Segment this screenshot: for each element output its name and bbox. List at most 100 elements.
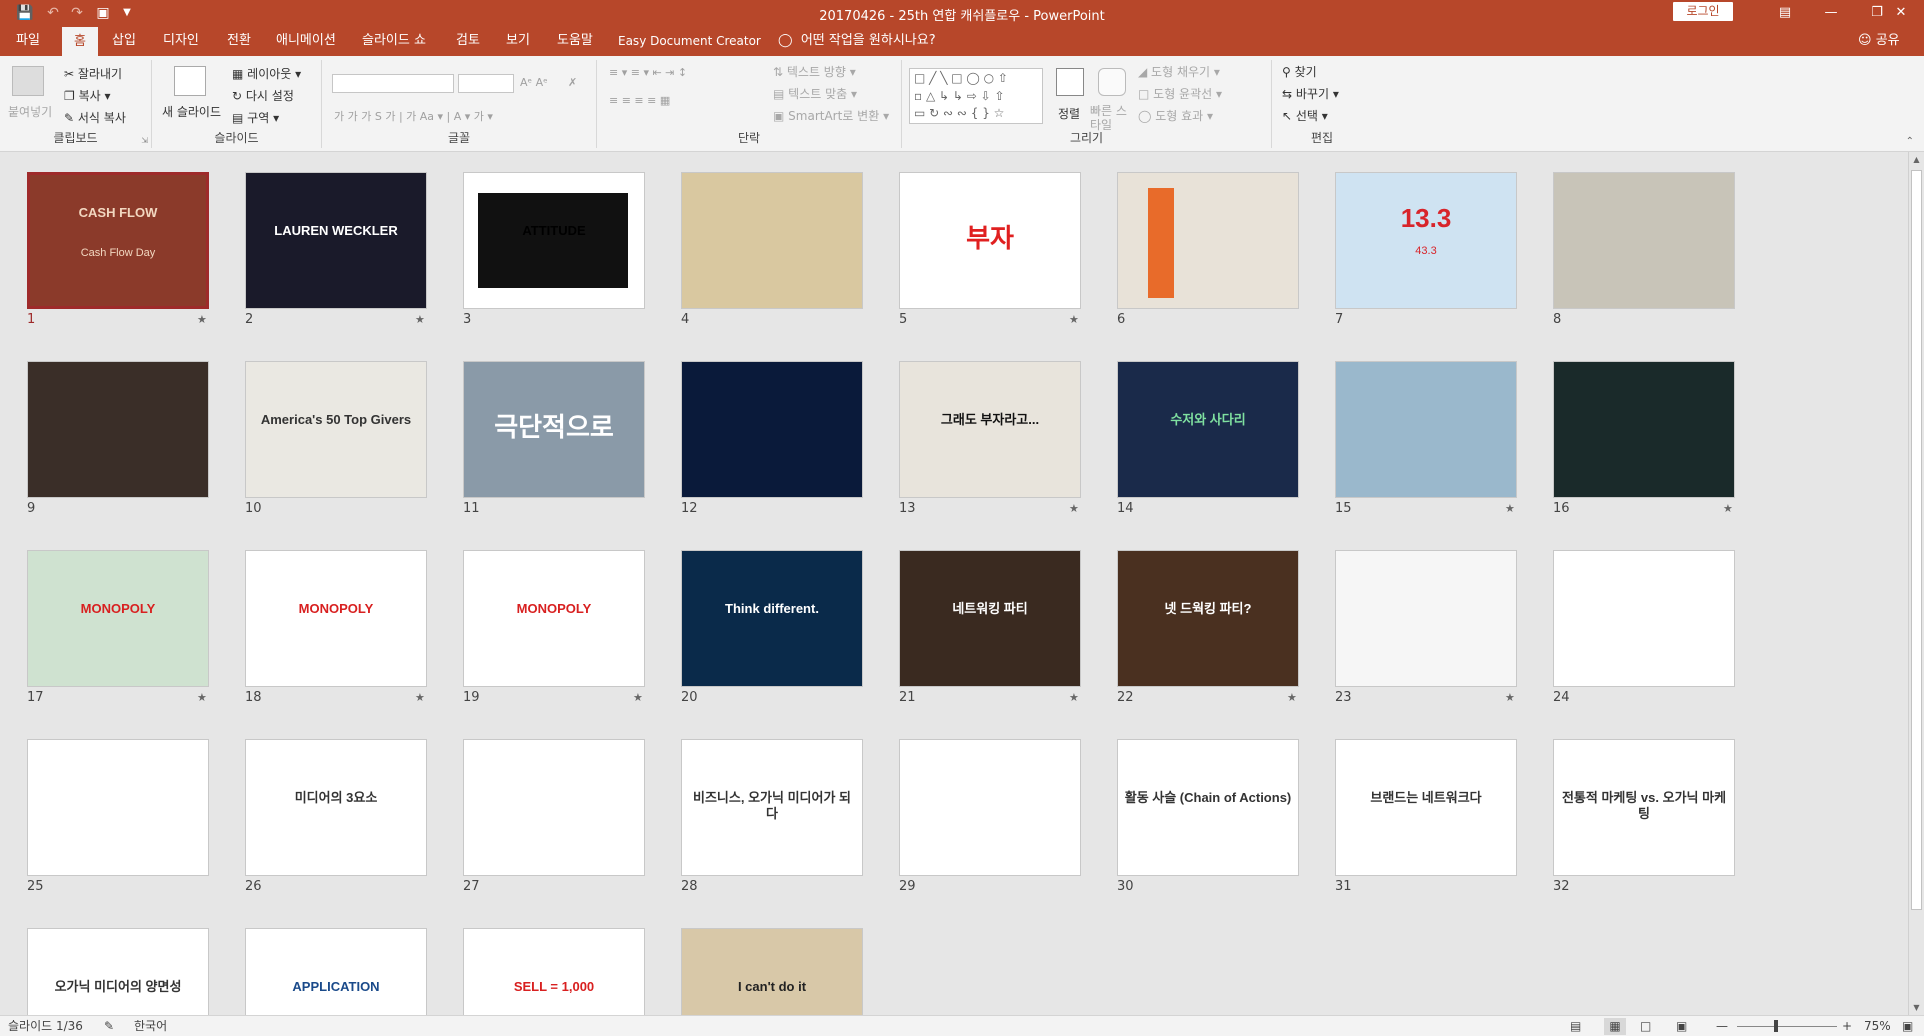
slide-thumbnail[interactable]: APPLICATION: [245, 928, 427, 1015]
slide-thumbnail[interactable]: [1553, 361, 1735, 498]
tab-design[interactable]: 디자인: [163, 26, 199, 56]
ribbon-display-icon[interactable]: ▤: [1762, 0, 1808, 26]
reading-view-icon[interactable]: □: [1640, 1018, 1651, 1035]
tab-home[interactable]: 홈: [62, 26, 98, 56]
slide-thumbnail[interactable]: Organic Media 오가닉 비즈니스: [1553, 550, 1735, 687]
font-format-buttons[interactable]: 가 가 가 S 가 | 가‍ Aa ▾ | A ▾ 가 ▾: [334, 108, 493, 124]
slide-thumbnail[interactable]: CASH FLOW Cash Flow Day: [27, 172, 209, 309]
tab-view[interactable]: 보기: [506, 26, 530, 56]
align-buttons[interactable]: ≡ ≡ ≡ ≡ ▦: [609, 94, 670, 107]
zoom-level[interactable]: 75%: [1864, 1018, 1891, 1035]
layout-button[interactable]: ▦ 레이아웃 ▾: [232, 64, 301, 84]
slide-thumbnail[interactable]: [27, 361, 209, 498]
slide-thumbnail[interactable]: 활동 사슬 (Chain of Actions): [1117, 739, 1299, 876]
slideshow-view-icon[interactable]: ▣: [1676, 1018, 1687, 1035]
clear-format-icon[interactable]: ✗: [568, 76, 577, 89]
quick-styles-icon[interactable]: [1098, 68, 1126, 96]
zoom-slider[interactable]: [1737, 1026, 1837, 1027]
collapse-ribbon-icon[interactable]: ⌃: [1906, 136, 1914, 147]
tab-animations[interactable]: 애니메이션: [276, 26, 336, 56]
arrange-icon[interactable]: [1056, 68, 1084, 96]
slide-thumbnail[interactable]: 전통적 마케팅 vs. 오가닉 마케팅: [1553, 739, 1735, 876]
slide-thumbnail[interactable]: 부자: [899, 172, 1081, 309]
smartart-button[interactable]: ▣ SmartArt로 변환 ▾: [773, 106, 889, 126]
slide-thumbnail[interactable]: ATTITUDE: [463, 172, 645, 309]
tab-transitions[interactable]: 전환: [227, 26, 251, 56]
select-button[interactable]: ↖ 선택 ▾: [1282, 106, 1328, 126]
slide-thumbnail[interactable]: [1335, 361, 1517, 498]
tab-file[interactable]: 파일: [16, 26, 40, 56]
slide-thumbnail[interactable]: America's 50 Top Givers: [245, 361, 427, 498]
animation-star-icon[interactable]: ★: [197, 313, 207, 326]
language-indicator[interactable]: 한국어: [134, 1018, 167, 1035]
slide-thumbnail[interactable]: LAUREN WECKLER: [245, 172, 427, 309]
find-button[interactable]: ⚲ 찾기: [1282, 62, 1317, 82]
shape-effects-button[interactable]: ◯ 도형 효과 ▾: [1138, 106, 1213, 126]
animation-star-icon[interactable]: ★: [197, 691, 207, 704]
paste-button[interactable]: 붙여넣기: [8, 102, 52, 122]
scroll-thumb[interactable]: [1911, 170, 1922, 910]
close-icon[interactable]: ✕: [1878, 0, 1924, 26]
reset-button[interactable]: ↻ 다시 설정: [232, 86, 294, 106]
slide-thumbnail[interactable]: [681, 172, 863, 309]
scroll-down-icon[interactable]: ▼: [1909, 1000, 1924, 1015]
new-slide-icon[interactable]: [174, 66, 206, 96]
fit-to-window-icon[interactable]: ▣: [1902, 1018, 1913, 1035]
scroll-up-icon[interactable]: ▲: [1909, 152, 1924, 167]
slide-thumbnail[interactable]: I can't do it: [681, 928, 863, 1015]
slide-thumbnail[interactable]: 그래도 부자라고...: [899, 361, 1081, 498]
slide-thumbnail[interactable]: 브랜드는 네트워크다: [1335, 739, 1517, 876]
slide-thumbnail[interactable]: 수저와 사다리: [1117, 361, 1299, 498]
tab-insert[interactable]: 삽입: [112, 26, 136, 56]
slide-thumbnail[interactable]: 넷 드웍킹 파티?: [1117, 550, 1299, 687]
tab-review[interactable]: 검토: [456, 26, 480, 56]
copy-button[interactable]: ❐ 복사 ▾: [64, 86, 111, 106]
animation-star-icon[interactable]: ★: [1505, 502, 1515, 515]
slide-thumbnail[interactable]: Think different.: [681, 550, 863, 687]
slide-thumbnail[interactable]: [899, 739, 1081, 876]
normal-view-icon[interactable]: ▤: [1570, 1018, 1581, 1035]
slide-thumbnail[interactable]: [1117, 172, 1299, 309]
paste-icon[interactable]: [12, 66, 44, 96]
share-button[interactable]: ☺ 공유: [1858, 26, 1900, 56]
font-size-dropdown[interactable]: [458, 74, 514, 93]
grow-font-icon[interactable]: Aᵉ Aᵉ: [520, 76, 548, 89]
align-text-button[interactable]: ▤ 텍스트 맞춤 ▾: [773, 84, 857, 104]
list-buttons[interactable]: ≡ ▾ ≡ ▾ ⇤ ⇥ ↕: [609, 66, 687, 79]
tab-easy-document-creator[interactable]: Easy Document Creator: [618, 26, 761, 56]
zoom-out-icon[interactable]: —: [1716, 1018, 1728, 1035]
slide-thumbnail[interactable]: [681, 361, 863, 498]
slide-thumbnail[interactable]: [1335, 550, 1517, 687]
animation-star-icon[interactable]: ★: [1287, 691, 1297, 704]
spellcheck-icon[interactable]: ✎: [104, 1018, 114, 1035]
animation-star-icon[interactable]: ★: [415, 313, 425, 326]
animation-star-icon[interactable]: ★: [1069, 313, 1079, 326]
vertical-scrollbar[interactable]: ▲ ▼: [1908, 152, 1924, 1015]
slide-thumbnail[interactable]: 미디어의 3요소: [245, 739, 427, 876]
dialog-launcher-icon[interactable]: ⇲: [141, 136, 148, 145]
shape-outline-button[interactable]: □ 도형 윤곽선 ▾: [1138, 84, 1222, 104]
slide-thumbnail[interactable]: 비즈니스, 오가닉 미디어가 되다: [681, 739, 863, 876]
animation-star-icon[interactable]: ★: [633, 691, 643, 704]
slide-thumbnail[interactable]: Organic Marketing: [27, 739, 209, 876]
tab-slideshow[interactable]: 슬라이드 쇼: [362, 26, 426, 56]
replace-button[interactable]: ⇆ 바꾸기 ▾: [1282, 84, 1339, 104]
shapes-gallery[interactable]: □ ╱ ╲ □ ◯ ○ ⇧ ▫ △ ↳ ↳ ⇨ ⇩ ⇧ ▭ ↻ ∾ ∾ { } …: [909, 68, 1043, 124]
animation-star-icon[interactable]: ★: [1069, 691, 1079, 704]
font-family-dropdown[interactable]: [332, 74, 454, 93]
login-button[interactable]: 로그인: [1673, 2, 1733, 21]
format-painter-button[interactable]: ✎ 서식 복사: [64, 108, 126, 128]
slide-thumbnail[interactable]: 네트워킹 파티: [899, 550, 1081, 687]
arrange-button[interactable]: 정렬: [1058, 104, 1080, 124]
slide-thumbnail[interactable]: 극단적으로: [463, 361, 645, 498]
slide-thumbnail[interactable]: SELL = 1,000: [463, 928, 645, 1015]
slide-sorter-view-icon[interactable]: ▦: [1604, 1018, 1626, 1035]
slide-thumbnail[interactable]: MONOPOLY: [245, 550, 427, 687]
slide-thumbnail[interactable]: 신뢰 Trust: [463, 739, 645, 876]
shape-fill-button[interactable]: ◢ 도형 채우기 ▾: [1138, 62, 1220, 82]
zoom-slider-knob[interactable]: [1774, 1020, 1778, 1032]
section-button[interactable]: ▤ 구역 ▾: [232, 108, 279, 128]
animation-star-icon[interactable]: ★: [1069, 502, 1079, 515]
new-slide-button[interactable]: 새 슬라이드: [162, 102, 221, 122]
slide-thumbnail[interactable]: [1553, 172, 1735, 309]
